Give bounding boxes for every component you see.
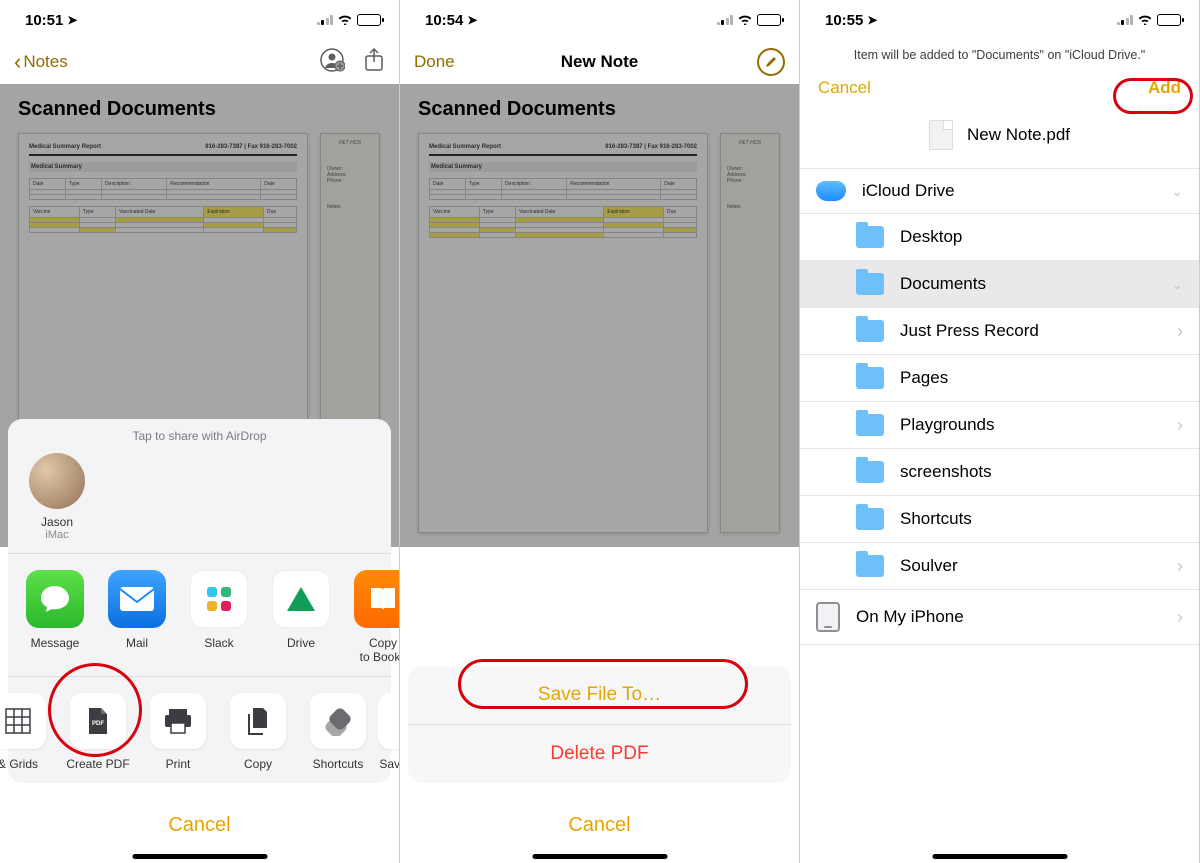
- screen-file-picker: 10:55 ➤ Item will be added to "Documents…: [800, 0, 1200, 863]
- share-drive[interactable]: Drive: [262, 570, 340, 664]
- mail-icon: [108, 570, 166, 628]
- status-time: 10:55: [825, 12, 863, 29]
- avatar: [29, 453, 85, 509]
- chevron-right-icon: ›: [1177, 607, 1183, 628]
- folder-icon: [856, 367, 884, 389]
- folder-shortcuts[interactable]: Shortcuts: [800, 496, 1199, 543]
- folder-documents[interactable]: Documents ⌄: [800, 261, 1199, 308]
- chevron-right-icon: ›: [1177, 556, 1183, 577]
- home-indicator[interactable]: [932, 854, 1067, 859]
- folder-icon: [856, 555, 884, 577]
- books-icon: [354, 570, 400, 628]
- folder-desktop[interactable]: Desktop: [800, 214, 1199, 261]
- message-icon: [26, 570, 84, 628]
- share-apps-row: Message Mail Slack: [8, 554, 391, 677]
- folder-icon: [856, 461, 884, 483]
- folder-screenshots[interactable]: screenshots: [800, 449, 1199, 496]
- action-create-pdf[interactable]: PDF Create PDF: [58, 693, 138, 771]
- screen-share-sheet: 10:51 ➤ ‹ Notes: [0, 0, 400, 863]
- chevron-right-icon: ›: [1177, 321, 1183, 342]
- share-actions-row: & Grids PDF Create PDF Print: [8, 677, 391, 783]
- svg-text:PDF: PDF: [92, 721, 104, 727]
- save-icon: [378, 693, 400, 749]
- print-icon: [150, 693, 206, 749]
- file-name: New Note.pdf: [967, 125, 1070, 145]
- action-save-clipped[interactable]: Save: [378, 693, 400, 771]
- battery-icon: [1157, 14, 1181, 26]
- action-shortcuts[interactable]: Shortcuts: [298, 693, 378, 771]
- screen-pdf-actions: 10:54 ➤ Done New Note Scanned Documents: [400, 0, 800, 863]
- location-icon: ➤: [867, 13, 877, 27]
- folder-pages[interactable]: Pages: [800, 355, 1199, 402]
- share-slack[interactable]: Slack: [180, 570, 258, 664]
- icloud-icon: [816, 181, 846, 201]
- add-button[interactable]: Add: [1148, 78, 1181, 98]
- picker-nav: Cancel Add: [800, 72, 1199, 108]
- picker-subtitle: Item will be added to "Documents" on "iC…: [800, 40, 1199, 72]
- location-on-my-iphone[interactable]: On My iPhone ›: [800, 590, 1199, 645]
- share-books[interactable]: Copy to Books: [344, 570, 400, 664]
- shortcuts-icon: [310, 693, 366, 749]
- airdrop-header: Tap to share with AirDrop: [8, 429, 391, 443]
- action-lines-grids[interactable]: & Grids: [0, 693, 58, 771]
- delete-pdf-button[interactable]: Delete PDF: [408, 725, 791, 783]
- airdrop-contact[interactable]: Jason iMac: [22, 453, 92, 541]
- chevron-down-icon: ⌄: [1171, 276, 1183, 293]
- wifi-icon: [1137, 12, 1153, 29]
- action-menu: Save File To… Delete PDF: [408, 666, 791, 783]
- cancel-button[interactable]: Cancel: [8, 798, 391, 853]
- copy-icon: [230, 693, 286, 749]
- drive-icon: [272, 570, 330, 628]
- cancel-button[interactable]: Cancel: [408, 798, 791, 853]
- folder-icon: [856, 414, 884, 436]
- location-icloud-drive[interactable]: iCloud Drive ⌄: [800, 169, 1199, 214]
- folder-icon: [856, 320, 884, 342]
- chevron-right-icon: ›: [1177, 415, 1183, 436]
- share-mail[interactable]: Mail: [98, 570, 176, 664]
- share-message[interactable]: Message: [16, 570, 94, 664]
- action-print[interactable]: Print: [138, 693, 218, 771]
- slack-icon: [190, 570, 248, 628]
- cancel-button[interactable]: Cancel: [818, 78, 871, 98]
- folder-icon: [856, 226, 884, 248]
- pdf-icon: PDF: [70, 693, 126, 749]
- save-file-to-button[interactable]: Save File To…: [408, 666, 791, 725]
- status-bar: 10:55 ➤: [800, 0, 1199, 40]
- airdrop-name: Jason: [22, 515, 92, 529]
- iphone-icon: [816, 602, 840, 632]
- grid-icon: [0, 693, 46, 749]
- chevron-down-icon: ⌄: [1171, 183, 1183, 200]
- folder-icon: [856, 508, 884, 530]
- folder-just-press-record[interactable]: Just Press Record ›: [800, 308, 1199, 355]
- file-thumb-icon: [929, 120, 953, 150]
- airdrop-device: iMac: [22, 529, 92, 541]
- action-copy[interactable]: Copy: [218, 693, 298, 771]
- folder-icon: [856, 273, 884, 295]
- home-indicator[interactable]: [132, 854, 267, 859]
- cell-signal-icon: [1117, 15, 1134, 25]
- file-preview-row: New Note.pdf: [800, 108, 1199, 168]
- home-indicator[interactable]: [532, 854, 667, 859]
- share-sheet: Tap to share with AirDrop Jason iMac Mes…: [8, 419, 391, 783]
- folder-playgrounds[interactable]: Playgrounds ›: [800, 402, 1199, 449]
- folder-soulver[interactable]: Soulver ›: [800, 543, 1199, 590]
